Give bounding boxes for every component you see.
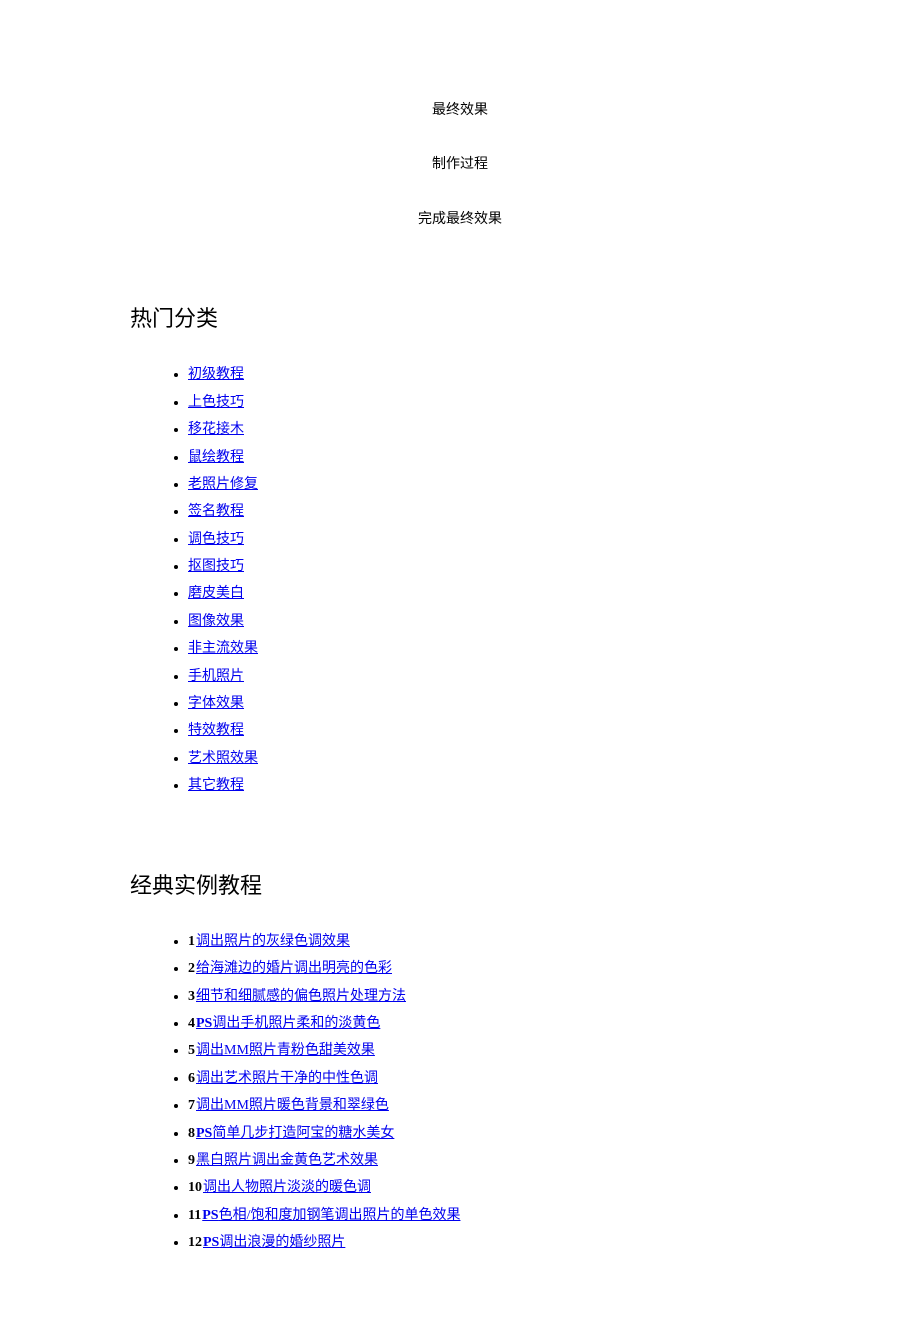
categories-list: 初级教程上色技巧移花接木鼠绘教程老照片修复签名教程调色技巧抠图技巧磨皮美白图像效… xyxy=(130,364,790,797)
list-item: 6调出艺术照片干净的中性色调 xyxy=(188,1068,790,1090)
list-item: 鼠绘教程 xyxy=(188,447,790,469)
tutorial-title: 色相/饱和度加钢笔调出照片的单色效果 xyxy=(219,1208,461,1223)
intro-line-1: 最终效果 xyxy=(130,100,790,122)
tutorial-title: 调出MM照片青粉色甜美效果 xyxy=(196,1043,375,1058)
intro-line-3: 完成最终效果 xyxy=(130,209,790,231)
list-item: 11PS色相/饱和度加钢笔调出照片的单色效果 xyxy=(188,1205,790,1227)
category-link[interactable]: 老照片修复 xyxy=(188,477,258,492)
tutorial-link[interactable]: 细节和细腻感的偏色照片处理方法 xyxy=(196,989,406,1004)
list-item: 特效教程 xyxy=(188,720,790,742)
ps-prefix: PS xyxy=(202,1208,218,1223)
list-item: 抠图技巧 xyxy=(188,556,790,578)
list-item: 签名教程 xyxy=(188,501,790,523)
category-link[interactable]: 特效教程 xyxy=(188,723,244,738)
tutorial-link[interactable]: PS调出浪漫的婚纱照片 xyxy=(203,1235,345,1250)
tutorial-number: 9 xyxy=(188,1153,195,1168)
tutorial-link[interactable]: 调出照片的灰绿色调效果 xyxy=(196,934,350,949)
list-item: 9黑白照片调出金黄色艺术效果 xyxy=(188,1150,790,1172)
list-item: 5调出MM照片青粉色甜美效果 xyxy=(188,1040,790,1062)
tutorial-link[interactable]: 调出艺术照片干净的中性色调 xyxy=(196,1071,378,1086)
intro-block: 最终效果 制作过程 完成最终效果 xyxy=(130,100,790,231)
tutorials-list: 1调出照片的灰绿色调效果2给海滩边的婚片调出明亮的色彩3细节和细腻感的偏色照片处… xyxy=(130,931,790,1255)
category-link[interactable]: 移花接木 xyxy=(188,422,244,437)
tutorial-number: 3 xyxy=(188,989,195,1004)
category-link[interactable]: 图像效果 xyxy=(188,614,244,629)
tutorial-number: 10 xyxy=(188,1180,202,1195)
list-item: 1调出照片的灰绿色调效果 xyxy=(188,931,790,953)
tutorial-number: 1 xyxy=(188,934,195,949)
tutorial-number: 12 xyxy=(188,1235,202,1250)
tutorial-title: 调出手机照片柔和的淡黄色 xyxy=(212,1016,380,1031)
category-link[interactable]: 艺术照效果 xyxy=(188,751,258,766)
list-item: 3细节和细腻感的偏色照片处理方法 xyxy=(188,986,790,1008)
tutorial-number: 7 xyxy=(188,1098,195,1113)
list-item: 移花接木 xyxy=(188,419,790,441)
category-link[interactable]: 手机照片 xyxy=(188,669,244,684)
tutorial-number: 4 xyxy=(188,1016,195,1031)
list-item: 12PS调出浪漫的婚纱照片 xyxy=(188,1232,790,1254)
category-link[interactable]: 非主流效果 xyxy=(188,641,258,656)
tutorial-link[interactable]: 调出人物照片淡淡的暖色调 xyxy=(203,1180,371,1195)
category-link[interactable]: 字体效果 xyxy=(188,696,244,711)
tutorial-title: 给海滩边的婚片调出明亮的色彩 xyxy=(196,961,392,976)
category-link[interactable]: 鼠绘教程 xyxy=(188,450,244,465)
ps-prefix: PS xyxy=(196,1016,212,1031)
list-item: 其它教程 xyxy=(188,775,790,797)
category-link[interactable]: 其它教程 xyxy=(188,778,244,793)
list-item: 字体效果 xyxy=(188,693,790,715)
document-page: 最终效果 制作过程 完成最终效果 热门分类 初级教程上色技巧移花接木鼠绘教程老照… xyxy=(0,0,920,1319)
list-item: 老照片修复 xyxy=(188,474,790,496)
tutorial-title: 调出艺术照片干净的中性色调 xyxy=(196,1071,378,1086)
list-item: 4PS调出手机照片柔和的淡黄色 xyxy=(188,1013,790,1035)
intro-line-2: 制作过程 xyxy=(130,154,790,176)
list-item: 上色技巧 xyxy=(188,392,790,414)
tutorial-link[interactable]: 调出MM照片青粉色甜美效果 xyxy=(196,1043,375,1058)
tutorial-title: 细节和细腻感的偏色照片处理方法 xyxy=(196,989,406,1004)
category-link[interactable]: 签名教程 xyxy=(188,504,244,519)
list-item: 8PS简单几步打造阿宝的糖水美女 xyxy=(188,1123,790,1145)
tutorial-title: 调出照片的灰绿色调效果 xyxy=(196,934,350,949)
tutorial-link[interactable]: 黑白照片调出金黄色艺术效果 xyxy=(196,1153,378,1168)
tutorial-title: 调出人物照片淡淡的暖色调 xyxy=(203,1180,371,1195)
tutorial-number: 11 xyxy=(188,1208,201,1223)
tutorial-number: 2 xyxy=(188,961,195,976)
category-link[interactable]: 磨皮美白 xyxy=(188,586,244,601)
list-item: 非主流效果 xyxy=(188,638,790,660)
list-item: 10调出人物照片淡淡的暖色调 xyxy=(188,1177,790,1199)
tutorial-number: 8 xyxy=(188,1126,195,1141)
category-link[interactable]: 上色技巧 xyxy=(188,395,244,410)
categories-heading: 热门分类 xyxy=(130,301,790,336)
list-item: 图像效果 xyxy=(188,611,790,633)
category-link[interactable]: 调色技巧 xyxy=(188,532,244,547)
list-item: 手机照片 xyxy=(188,666,790,688)
list-item: 调色技巧 xyxy=(188,529,790,551)
tutorials-heading: 经典实例教程 xyxy=(130,868,790,903)
category-link[interactable]: 抠图技巧 xyxy=(188,559,244,574)
ps-prefix: PS xyxy=(203,1235,219,1250)
tutorial-number: 6 xyxy=(188,1071,195,1086)
list-item: 初级教程 xyxy=(188,364,790,386)
tutorial-link[interactable]: PS色相/饱和度加钢笔调出照片的单色效果 xyxy=(202,1208,460,1223)
list-item: 磨皮美白 xyxy=(188,583,790,605)
tutorial-title: 黑白照片调出金黄色艺术效果 xyxy=(196,1153,378,1168)
list-item: 艺术照效果 xyxy=(188,748,790,770)
category-link[interactable]: 初级教程 xyxy=(188,367,244,382)
tutorial-link[interactable]: 给海滩边的婚片调出明亮的色彩 xyxy=(196,961,392,976)
tutorial-title: 简单几步打造阿宝的糖水美女 xyxy=(212,1126,394,1141)
tutorial-link[interactable]: PS调出手机照片柔和的淡黄色 xyxy=(196,1016,380,1031)
tutorial-link[interactable]: 调出MM照片暖色背景和翠绿色 xyxy=(196,1098,389,1113)
list-item: 7调出MM照片暖色背景和翠绿色 xyxy=(188,1095,790,1117)
ps-prefix: PS xyxy=(196,1126,212,1141)
list-item: 2给海滩边的婚片调出明亮的色彩 xyxy=(188,958,790,980)
tutorial-number: 5 xyxy=(188,1043,195,1058)
tutorial-link[interactable]: PS简单几步打造阿宝的糖水美女 xyxy=(196,1126,394,1141)
tutorial-title: 调出MM照片暖色背景和翠绿色 xyxy=(196,1098,389,1113)
tutorial-title: 调出浪漫的婚纱照片 xyxy=(219,1235,345,1250)
